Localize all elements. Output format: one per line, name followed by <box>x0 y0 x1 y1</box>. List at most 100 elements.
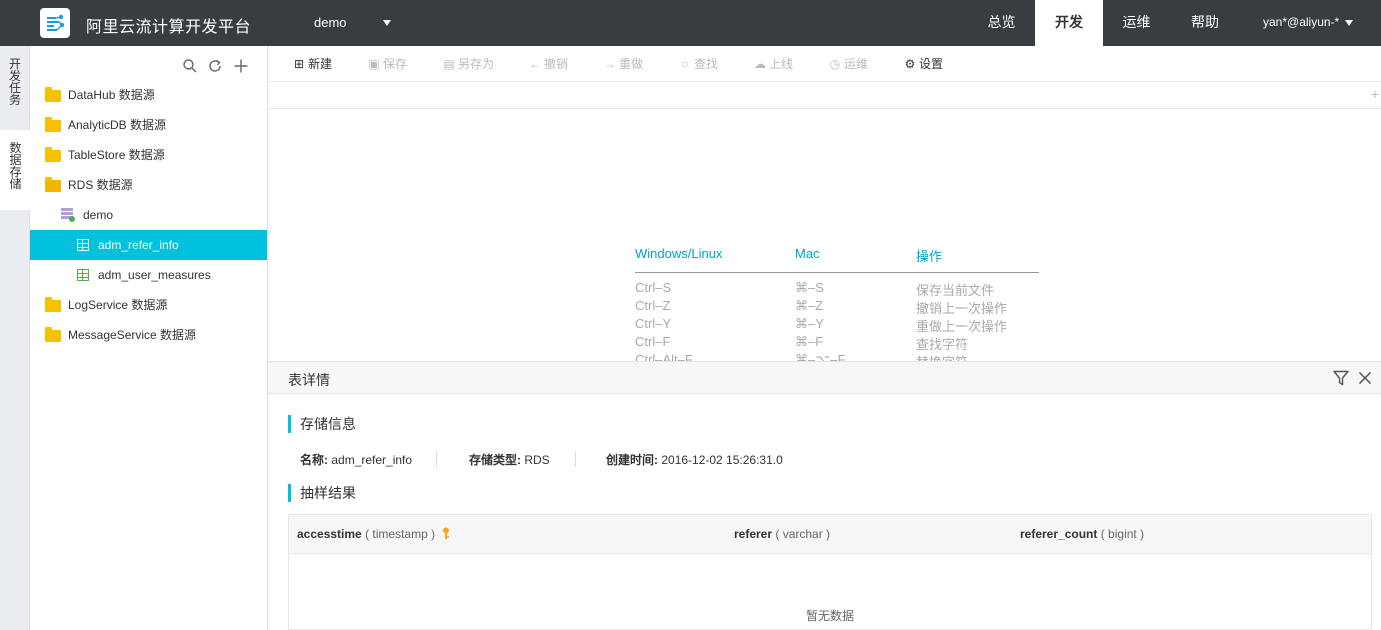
shortcut-cell: ⌘–Z <box>795 298 824 313</box>
info-created: 创建时间: 2016-12-02 15:26:31.0 <box>606 451 783 468</box>
add-icon[interactable] <box>233 58 249 74</box>
column-header-accesstime[interactable]: accesstime ( timestamp ) <box>297 527 450 541</box>
tree-item-datahub[interactable]: DataHub 数据源 <box>30 80 267 110</box>
column-header-referer-count[interactable]: referer_count ( bigint ) <box>1020 527 1144 541</box>
new-button[interactable]: ⊞ 新建 <box>292 46 332 82</box>
table-detail-header: 表详情 <box>268 361 1381 394</box>
publish-button[interactable]: ☁ 上线 <box>753 46 793 82</box>
shortcut-header-action: 操作 <box>916 249 943 264</box>
search-icon[interactable] <box>182 58 198 74</box>
tree-item-adm-refer-info[interactable]: adm_refer_info <box>30 230 267 260</box>
cloud-upload-icon: ☁ <box>754 57 766 71</box>
app-title: 阿里云流计算开发平台 <box>86 19 252 36</box>
redo-label: 重做 <box>619 57 644 71</box>
shortcut-header-mac: Mac <box>795 246 820 261</box>
tab-label: 数据存储 <box>9 141 22 191</box>
nav-develop[interactable]: 开发 <box>1035 0 1103 46</box>
app-logo[interactable] <box>40 8 70 38</box>
tab-data-storage[interactable]: 数据存储 <box>0 130 31 210</box>
column-name: referer <box>734 527 773 541</box>
save-as-label: 另存为 <box>458 57 495 71</box>
user-menu[interactable]: yan*@aliyun-* <box>1263 15 1339 29</box>
folder-icon <box>45 147 61 162</box>
ops-button[interactable]: ◷ 运维 <box>828 46 868 82</box>
folder-open-icon <box>45 177 61 192</box>
save-button[interactable]: ▣ 保存 <box>367 46 407 82</box>
refresh-icon[interactable] <box>207 58 223 74</box>
chevron-down-icon[interactable] <box>1345 20 1353 26</box>
storage-sidebar: DataHub 数据源 AnalyticDB 数据源 TableStore 数据… <box>30 46 268 630</box>
save-as-icon: ▤ <box>443 57 455 71</box>
tree-item-rds[interactable]: RDS 数据源 <box>30 170 267 200</box>
shortcut-divider <box>635 272 1039 273</box>
redo-icon: → <box>604 57 616 71</box>
tree-item-label: AnalyticDB 数据源 <box>68 118 167 132</box>
settings-button[interactable]: ⚙ 设置 <box>903 46 943 82</box>
tree-item-label: DataHub 数据源 <box>68 88 155 102</box>
sample-result-title: 抽样结果 <box>288 484 356 502</box>
add-tab-icon[interactable]: + <box>1371 86 1379 102</box>
shortcut-cell: ⌘–⌥–F <box>795 352 846 361</box>
tree-item-label: TableStore 数据源 <box>68 148 165 162</box>
tree-item-adm-user-measures[interactable]: adm_user_measures <box>30 260 267 290</box>
close-icon[interactable] <box>1356 369 1374 387</box>
settings-label: 设置 <box>919 57 944 71</box>
shortcut-cell: Ctrl–S <box>635 280 672 295</box>
column-type: ( timestamp ) <box>365 527 436 541</box>
nav-operations[interactable]: 运维 <box>1103 0 1170 46</box>
undo-label: 撤销 <box>544 57 569 71</box>
folder-icon <box>45 327 61 342</box>
shortcut-cell: Ctrl–F <box>635 334 671 349</box>
tree-item-logservice[interactable]: LogService 数据源 <box>30 290 267 320</box>
publish-label: 上线 <box>769 57 794 71</box>
info-type-value: RDS <box>524 453 550 467</box>
tab-dev-tasks[interactable]: 开发任务 <box>0 46 30 130</box>
column-type: ( bigint ) <box>1100 527 1145 541</box>
save-icon: ▣ <box>368 57 380 71</box>
undo-button[interactable]: ← 撤销 <box>528 46 568 82</box>
folder-icon <box>45 87 61 102</box>
nav-overview[interactable]: 总览 <box>968 0 1035 46</box>
folder-icon <box>45 297 61 312</box>
chevron-down-icon[interactable] <box>383 20 391 26</box>
shortcut-cell: 保存当前文件 <box>916 283 995 298</box>
folder-icon <box>45 117 61 132</box>
table-icon <box>77 269 89 281</box>
tree-item-label: adm_user_measures <box>98 268 211 282</box>
shortcut-cell: Ctrl–Z <box>635 298 671 313</box>
find-label: 查找 <box>694 57 719 71</box>
tree-item-tablestore[interactable]: TableStore 数据源 <box>30 140 267 170</box>
add-square-icon: ⊞ <box>293 57 305 71</box>
clock-icon: ◷ <box>829 57 841 71</box>
table-header-row: accesstime ( timestamp ) referer ( varch… <box>289 515 1371 554</box>
panel-title: 表详情 <box>288 372 330 388</box>
info-name-value: adm_refer_info <box>331 453 413 467</box>
shortcut-cell: Ctrl–Alt–F <box>635 352 693 361</box>
shortcut-cell: 查找字符 <box>916 337 969 352</box>
shortcut-cell: ⌘–S <box>795 280 824 295</box>
divider <box>575 451 576 467</box>
tree-item-messageservice[interactable]: MessageService 数据源 <box>30 320 267 350</box>
logo-icon <box>47 14 65 31</box>
database-icon <box>61 208 75 222</box>
save-label: 保存 <box>383 57 408 71</box>
column-header-referer[interactable]: referer ( varchar ) <box>734 527 830 541</box>
tree-item-label: adm_refer_info <box>98 238 179 252</box>
redo-button[interactable]: → 重做 <box>603 46 643 82</box>
tree-item-demo-db[interactable]: demo <box>30 200 267 230</box>
shortcut-cell: ⌘–Y <box>795 316 824 331</box>
sample-result-table: accesstime ( timestamp ) referer ( varch… <box>288 514 1372 630</box>
tree-item-label: RDS 数据源 <box>68 178 133 192</box>
filter-icon[interactable] <box>1332 369 1350 387</box>
save-as-button[interactable]: ▤ 另存为 <box>442 46 494 82</box>
nav-help[interactable]: 帮助 <box>1170 0 1240 46</box>
tree-item-analyticdb[interactable]: AnalyticDB 数据源 <box>30 110 267 140</box>
search-icon: ○ <box>681 57 689 71</box>
gear-icon: ⚙ <box>904 57 916 71</box>
find-button[interactable]: ○ 查找 <box>678 46 718 82</box>
info-type: 存储类型: RDS <box>469 451 550 468</box>
shortcut-cell: 撤销上一次操作 <box>916 301 1008 316</box>
shortcut-cell: 重做上一次操作 <box>916 319 1008 334</box>
tab-label: 开发任务 <box>9 57 22 107</box>
project-select[interactable]: demo <box>314 15 347 30</box>
